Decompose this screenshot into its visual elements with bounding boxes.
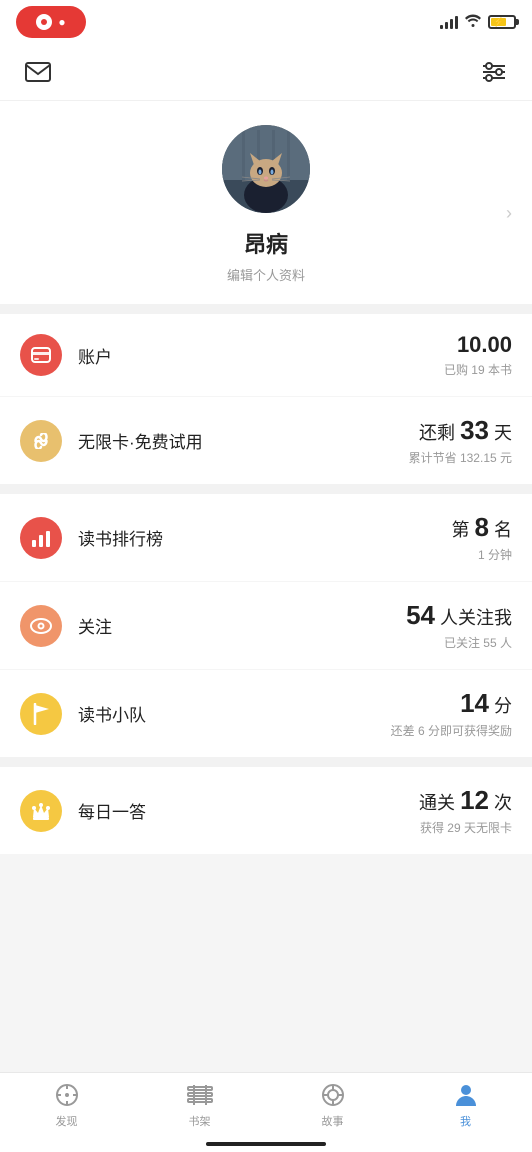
- settings-button[interactable]: [476, 54, 512, 90]
- unlimited-value: 还剩 33 天: [419, 415, 512, 446]
- reading-rank-icon-wrap: [20, 517, 62, 559]
- daily-quiz-right: 通关 12 次 获得 29 天无限卡: [419, 785, 512, 836]
- account-value: 10.00: [457, 332, 512, 358]
- section-divider-1: [0, 304, 532, 314]
- me-icon: [452, 1081, 480, 1109]
- tab-me[interactable]: 我: [399, 1073, 532, 1136]
- unlimited-icon-wrap: [20, 420, 62, 462]
- follow-right: 54 人关注我 已关注 55 人: [406, 600, 512, 651]
- discover-label: 发现: [56, 1113, 78, 1129]
- reading-team-icon-wrap: [20, 693, 62, 735]
- section-divider-3: [0, 757, 532, 767]
- follow-label: 关注: [78, 613, 406, 638]
- bookshelf-icon: [186, 1081, 214, 1109]
- account-icon-wrap: [20, 334, 62, 376]
- unlimited-sub: 累计节省 132.15 元: [409, 449, 512, 466]
- record-button[interactable]: ●: [16, 6, 86, 38]
- follow-menu-item[interactable]: 关注 54 人关注我 已关注 55 人: [0, 582, 532, 670]
- record-dot-icon: [36, 14, 52, 30]
- reading-team-right: 14 分 还差 6 分即可获得奖励: [391, 688, 512, 739]
- edit-profile-link[interactable]: 编辑个人资料: [227, 265, 305, 284]
- mail-button[interactable]: [20, 54, 56, 90]
- reading-team-sub: 还差 6 分即可获得奖励: [391, 722, 512, 739]
- reading-team-menu-item[interactable]: 读书小队 14 分 还差 6 分即可获得奖励: [0, 670, 532, 757]
- chart-icon: [30, 528, 52, 548]
- eye-icon: [29, 617, 53, 635]
- daily-section: 每日一答 通关 12 次 获得 29 天无限卡: [0, 767, 532, 854]
- discover-icon: [53, 1081, 81, 1109]
- username: 昂病: [244, 227, 288, 259]
- content-area: 账户 10.00 已购 19 本书 无限卡·免费试用 还剩 33 天 累计节省 …: [0, 304, 532, 944]
- account-icon: [30, 344, 52, 366]
- tab-discover[interactable]: 发现: [0, 1073, 133, 1136]
- daily-quiz-label: 每日一答: [78, 798, 419, 823]
- signal-icon: [440, 15, 458, 29]
- crown-icon: [30, 801, 52, 821]
- account-label: 账户: [78, 343, 444, 368]
- story-icon: [319, 1081, 347, 1109]
- profile-section: 昂病 编辑个人资料 ›: [0, 101, 532, 304]
- flag-icon: [31, 703, 51, 725]
- account-sub: 已购 19 本书: [444, 361, 512, 378]
- social-section: 读书排行榜 第 8 名 1 分钟 关注 54 人关注我 已关注 55 人: [0, 494, 532, 757]
- status-bar-left: ●: [16, 6, 86, 38]
- battery-fill: ⚡: [491, 18, 506, 26]
- status-bar: ● ⚡: [0, 0, 532, 44]
- reading-team-label: 读书小队: [78, 701, 391, 726]
- battery-icon: ⚡: [488, 15, 516, 29]
- account-menu-item[interactable]: 账户 10.00 已购 19 本书: [0, 314, 532, 397]
- unlimited-icon: [30, 433, 52, 449]
- account-right: 10.00 已购 19 本书: [444, 332, 512, 378]
- me-label: 我: [460, 1113, 471, 1129]
- daily-quiz-menu-item[interactable]: 每日一答 通关 12 次 获得 29 天无限卡: [0, 767, 532, 854]
- daily-quiz-sub: 获得 29 天无限卡: [420, 819, 512, 836]
- bookshelf-label: 书架: [189, 1113, 211, 1129]
- wifi-icon: [464, 13, 482, 32]
- unlimited-label: 无限卡·免费试用: [78, 428, 409, 453]
- avatar[interactable]: [222, 125, 310, 213]
- reading-rank-value: 第 8 名: [452, 512, 513, 543]
- top-nav: [0, 44, 532, 101]
- follow-icon-wrap: [20, 605, 62, 647]
- avatar-image: [222, 125, 310, 213]
- status-bar-right: ⚡: [440, 13, 516, 32]
- reading-rank-sub: 1 分钟: [478, 546, 512, 563]
- story-label: 故事: [322, 1113, 344, 1129]
- reading-team-value: 14 分: [460, 688, 512, 719]
- reading-rank-menu-item[interactable]: 读书排行榜 第 8 名 1 分钟: [0, 494, 532, 582]
- unlimited-right: 还剩 33 天 累计节省 132.15 元: [409, 415, 512, 466]
- record-label: ●: [58, 15, 65, 29]
- daily-quiz-icon-wrap: [20, 790, 62, 832]
- follow-sub: 已关注 55 人: [444, 634, 512, 651]
- account-section: 账户 10.00 已购 19 本书 无限卡·免费试用 还剩 33 天 累计节省 …: [0, 314, 532, 484]
- section-divider-2: [0, 484, 532, 494]
- bottom-nav: 发现 书架 故事: [0, 1072, 532, 1152]
- profile-arrow-icon: ›: [506, 203, 512, 224]
- tab-bookshelf[interactable]: 书架: [133, 1073, 266, 1136]
- unlimited-menu-item[interactable]: 无限卡·免费试用 还剩 33 天 累计节省 132.15 元: [0, 397, 532, 484]
- daily-quiz-value: 通关 12 次: [419, 785, 512, 816]
- reading-rank-right: 第 8 名 1 分钟: [452, 512, 513, 563]
- home-indicator: [206, 1142, 326, 1146]
- tab-story[interactable]: 故事: [266, 1073, 399, 1136]
- reading-rank-label: 读书排行榜: [78, 525, 452, 550]
- follow-value: 54 人关注我: [406, 600, 512, 631]
